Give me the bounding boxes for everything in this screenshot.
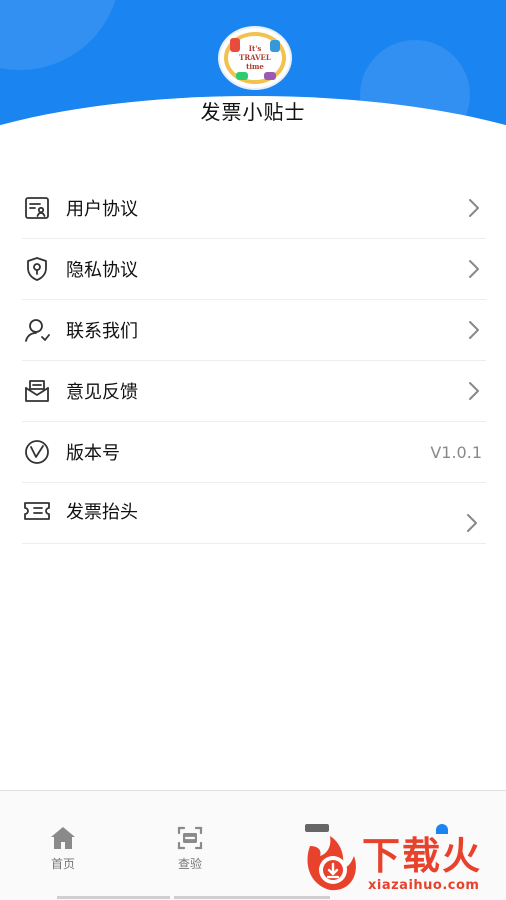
version-v-icon: [22, 437, 52, 467]
version-value: V1.0.1: [430, 442, 482, 462]
app-logo: It's TRAVEL time: [218, 26, 292, 90]
chevron-right-icon: [464, 259, 484, 279]
scan-icon: [155, 825, 225, 851]
chevron-right-icon: [462, 513, 482, 533]
logo-decoration: [264, 72, 276, 80]
logo-text: It's TRAVEL time: [239, 44, 271, 71]
chevron-right-icon: [464, 198, 484, 218]
flame-logo-icon: [300, 832, 362, 894]
chevron-right-icon: [464, 381, 484, 401]
decorative-circle: [0, 0, 120, 70]
settings-screen: It's TRAVEL time 发票小贴士 用户协议 隐私协议 联系我们 意见…: [0, 0, 506, 900]
nav-item-partial-icon[interactable]: [305, 824, 329, 832]
logo-decoration: [236, 72, 248, 80]
privacy-shield-icon: [22, 254, 52, 284]
feedback-mail-icon: [22, 376, 52, 406]
ticket-icon: [22, 496, 52, 526]
watermark-text: 下载火: [362, 834, 483, 878]
menu-item-label: 联系我们: [66, 321, 138, 342]
menu-item-feedback[interactable]: 意见反馈: [22, 361, 486, 422]
chevron-right-icon: [464, 320, 484, 340]
watermark: 下载火 xiazaihuo.com: [300, 832, 506, 898]
menu-item-contact-us[interactable]: 联系我们: [22, 300, 486, 361]
watermark-url: xiazaihuo.com: [368, 878, 480, 893]
nav-item-verify[interactable]: 查验: [155, 825, 225, 872]
menu-item-user-agreement[interactable]: 用户协议: [22, 178, 486, 239]
menu-item-label: 隐私协议: [66, 260, 138, 281]
settings-menu: 用户协议 隐私协议 联系我们 意见反馈 版本号 V1.0.1 发票抬头: [22, 178, 486, 544]
menu-item-label: 用户协议: [66, 199, 138, 220]
menu-item-label: 版本号: [66, 443, 120, 464]
nav-label: 查验: [177, 857, 202, 871]
nav-divider: [57, 896, 170, 899]
menu-item-version: 版本号 V1.0.1: [22, 422, 486, 483]
menu-item-privacy-agreement[interactable]: 隐私协议: [22, 239, 486, 300]
nav-item-home[interactable]: 首页: [28, 825, 98, 872]
app-title: 发票小贴士: [200, 100, 306, 124]
home-icon: [28, 825, 98, 851]
menu-item-invoice-title[interactable]: 发票抬头: [22, 483, 486, 544]
menu-item-label: 意见反馈: [66, 382, 138, 403]
contact-person-icon: [22, 315, 52, 345]
menu-item-label: 发票抬头: [66, 502, 138, 523]
nav-label: 首页: [50, 857, 75, 871]
user-agreement-icon: [22, 193, 52, 223]
